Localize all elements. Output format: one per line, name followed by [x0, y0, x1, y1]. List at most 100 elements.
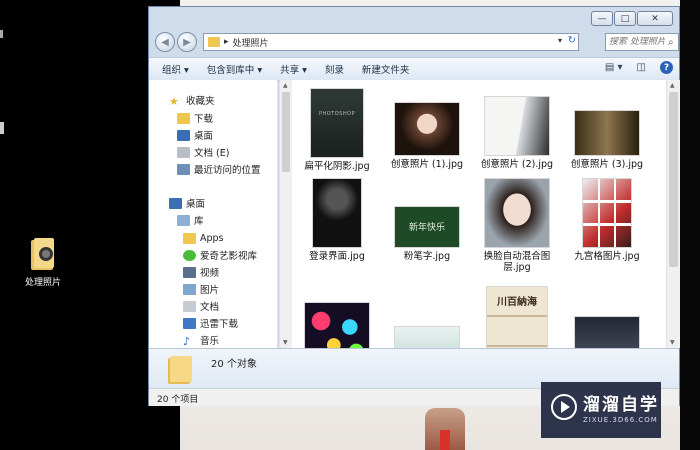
- scroll-thumb[interactable]: [669, 92, 678, 267]
- nav-downloads[interactable]: 下载: [177, 110, 213, 126]
- file-item[interactable]: [292, 302, 382, 348]
- nav-label: 文档: [200, 302, 220, 313]
- nav-desktop-fav[interactable]: 桌面: [177, 127, 213, 143]
- image-thumbnail: [582, 178, 632, 248]
- image-thumbnail: [574, 316, 640, 348]
- thumbnail-text: PHOTOSHOP: [318, 111, 356, 117]
- nav-label: 迅雷下载: [200, 319, 239, 330]
- folder-icon: [28, 236, 58, 272]
- nav-videos[interactable]: 视频: [183, 264, 219, 280]
- file-item[interactable]: 换脸自动混合图层.jpg: [472, 178, 562, 273]
- back-button[interactable]: ◀: [155, 32, 175, 52]
- back-arrow-icon: ◀: [161, 36, 169, 48]
- nav-label: 文档 (E): [194, 148, 230, 159]
- nav-label: 爱奇艺影视库: [200, 251, 258, 262]
- nav-label: 音乐: [200, 336, 220, 347]
- object-count: 20 个对象: [211, 359, 257, 370]
- nav-label: 最近访问的位置: [194, 165, 261, 176]
- folder-icon: [208, 37, 220, 47]
- view-options-icon[interactable]: ▤ ▾: [605, 62, 623, 73]
- scroll-up-icon[interactable]: ▲: [670, 82, 675, 89]
- include-in-library-button[interactable]: 包含到库中 ▾: [202, 60, 267, 78]
- star-icon: ★: [169, 94, 179, 108]
- address-bar[interactable]: ▸ 处理照片 ▾ ↻: [203, 33, 579, 51]
- file-item[interactable]: 创意照片 (3).jpg: [562, 110, 652, 170]
- scroll-up-icon[interactable]: ▲: [283, 82, 288, 89]
- image-thumbnail: 新年快乐: [394, 206, 460, 248]
- organize-button[interactable]: 组织 ▾: [157, 60, 194, 78]
- file-name: 换脸自动混合图层.jpg: [483, 251, 551, 273]
- command-bar: 组织 ▾ 包含到库中 ▾ 共享 ▾ 刻录 新建文件夹 ▤ ▾ ◫ ?: [149, 57, 679, 81]
- maximize-button[interactable]: □: [614, 11, 636, 26]
- image-thumbnail: PHOTOSHOP: [310, 88, 364, 158]
- xunlei-icon: [183, 317, 196, 329]
- forward-button[interactable]: ▶: [177, 32, 197, 52]
- explorer-window: — □ ✕ ◀ ▶ ▸ 处理照片 ▾ ↻ ⌕ 组织 ▾ 包含到库中 ▾ 共享 ▾…: [148, 6, 680, 406]
- nav-label: 视频: [200, 268, 220, 279]
- nav-desktop[interactable]: 桌面: [169, 195, 205, 211]
- breadcrumb[interactable]: 处理照片: [233, 36, 269, 49]
- content-scrollbar[interactable]: ▲ ▼: [666, 80, 680, 348]
- nav-library[interactable]: 库: [177, 212, 204, 228]
- file-list: PHOTOSHOP 扁平化阴影.jpg 创意照片 (1).jpg 创意照片 (2…: [292, 80, 666, 348]
- file-name: 粉笔字.jpg: [403, 251, 451, 262]
- new-folder-button[interactable]: 新建文件夹: [357, 60, 415, 78]
- help-icon[interactable]: ?: [660, 61, 673, 74]
- search-input[interactable]: [606, 37, 668, 47]
- folder-icon: [183, 232, 196, 244]
- nav-label: Apps: [200, 232, 224, 244]
- file-item[interactable]: 创意照片 (2).jpg: [472, 96, 562, 170]
- file-name: 九宫格图片.jpg: [574, 251, 640, 262]
- thumbnail-text: 川百納海: [497, 297, 537, 308]
- search-icon[interactable]: ⌕: [668, 37, 674, 48]
- nav-label: 图片: [200, 285, 220, 296]
- file-name: 创意照片 (1).jpg: [390, 159, 464, 170]
- nav-music[interactable]: ♪ 音乐: [183, 332, 219, 348]
- refresh-icon[interactable]: ↻: [568, 35, 576, 46]
- file-item[interactable]: 登录界面.jpg: [292, 178, 382, 262]
- nav-label: 下载: [194, 114, 214, 125]
- nav-docs[interactable]: 文档: [183, 298, 219, 314]
- scroll-down-icon[interactable]: ▼: [670, 339, 675, 346]
- image-thumbnail: [304, 302, 370, 348]
- picture-library-icon: [183, 283, 196, 295]
- file-item[interactable]: 创意照片 (1).jpg: [382, 102, 472, 170]
- music-icon: ♪: [183, 334, 191, 348]
- nav-recent[interactable]: 最近访问的位置: [177, 161, 261, 177]
- nav-iqiyi[interactable]: 爱奇艺影视库: [183, 247, 257, 263]
- download-folder-icon: [177, 112, 190, 124]
- desktop-edge-mark: [0, 30, 3, 38]
- nav-documents-e[interactable]: 文档 (E): [177, 144, 229, 160]
- nav-xunlei[interactable]: 迅雷下载: [183, 315, 238, 331]
- scroll-down-icon[interactable]: ▼: [283, 339, 288, 346]
- nav-pictures[interactable]: 图片: [183, 281, 219, 297]
- image-thumbnail: [574, 110, 640, 156]
- scroll-thumb[interactable]: [282, 92, 290, 172]
- minimize-button[interactable]: —: [591, 11, 613, 26]
- file-item[interactable]: PHOTOSHOP 扁平化阴影.jpg: [292, 88, 382, 172]
- image-thumbnail: [312, 178, 362, 248]
- navigation-pane: ★ 收藏夹 下载 桌面 文档 (E) 最近访问的位置 桌面 库 Apps 爱奇艺…: [149, 80, 278, 348]
- file-item[interactable]: [562, 316, 652, 348]
- file-item[interactable]: [382, 326, 472, 348]
- nav-label: 桌面: [194, 131, 214, 142]
- nav-scrollbar[interactable]: ▲ ▼: [279, 80, 292, 348]
- file-item[interactable]: 九宫格图片.jpg: [562, 178, 652, 262]
- breadcrumb-separator[interactable]: ▸: [224, 37, 229, 47]
- nav-label: 桌面: [186, 199, 206, 210]
- address-dropdown-icon[interactable]: ▾: [558, 36, 562, 45]
- preview-pane-icon[interactable]: ◫: [637, 62, 646, 73]
- desktop-folder-icon[interactable]: 处理照片: [18, 236, 68, 288]
- close-button[interactable]: ✕: [637, 11, 673, 26]
- recent-places-icon: [177, 163, 190, 175]
- nav-apps[interactable]: Apps: [183, 230, 224, 246]
- file-item[interactable]: 川百納海: [472, 286, 562, 348]
- item-count: 20 个项目: [157, 395, 199, 405]
- address-row: ◀ ▶ ▸ 处理照片 ▾ ↻ ⌕: [155, 31, 679, 53]
- burn-button[interactable]: 刻录: [320, 60, 349, 78]
- wallpaper-object-red: [440, 430, 450, 450]
- file-item[interactable]: 新年快乐 粉笔字.jpg: [382, 206, 472, 262]
- search-box[interactable]: ⌕: [605, 33, 679, 51]
- nav-favorites[interactable]: ★ 收藏夹: [169, 92, 215, 108]
- share-button[interactable]: 共享 ▾: [275, 60, 312, 78]
